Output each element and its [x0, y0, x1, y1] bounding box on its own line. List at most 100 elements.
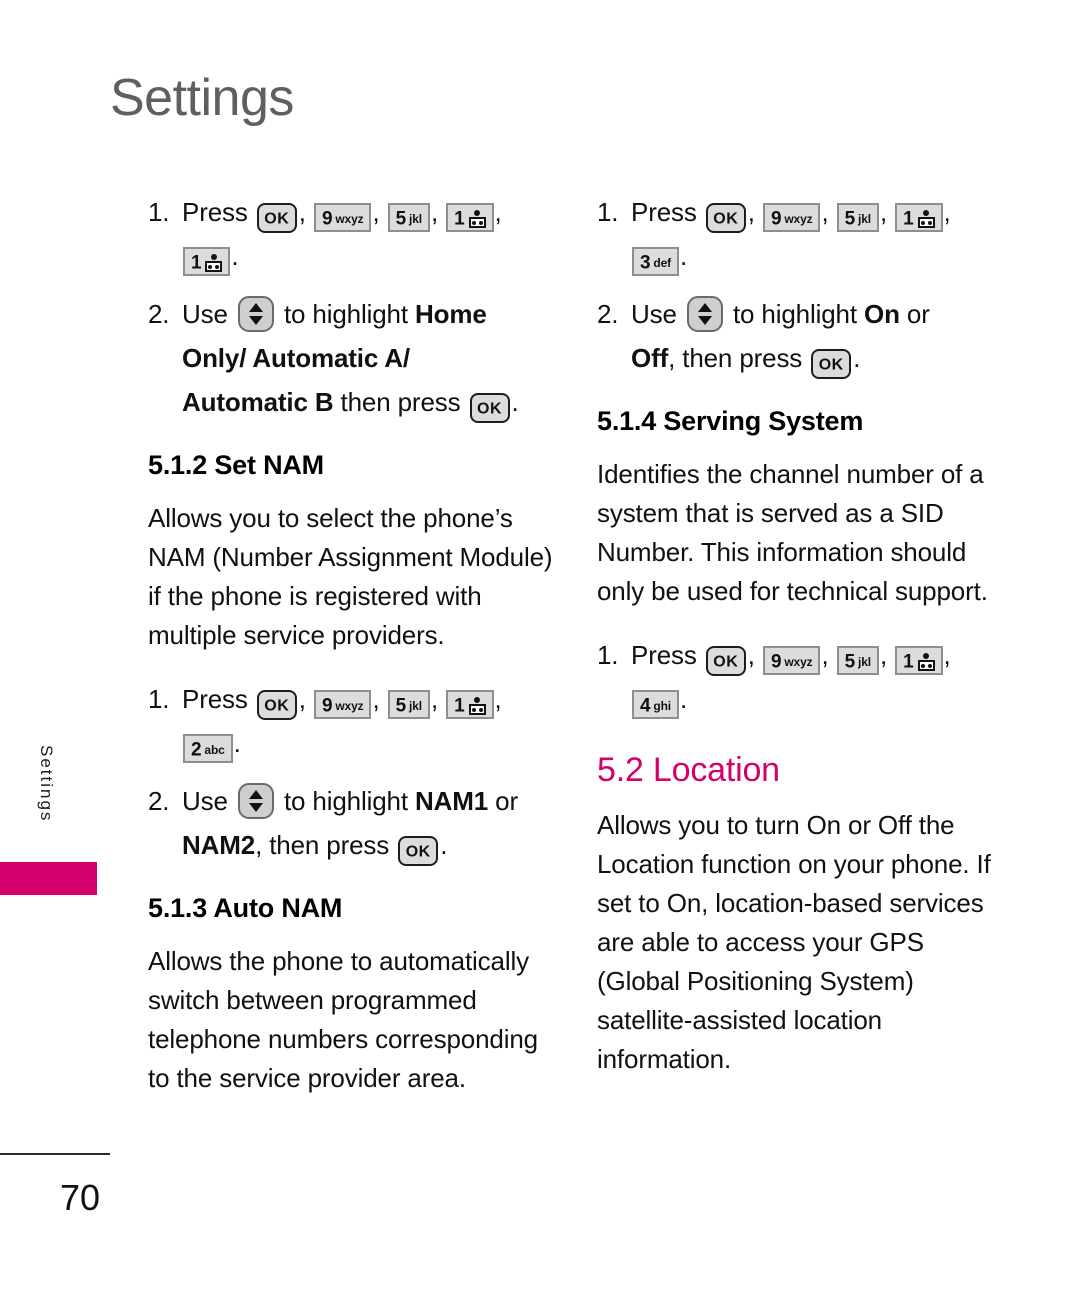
- ok-key: OK: [705, 203, 746, 233]
- body-5-1-2: Allows you to select the phone’s NAM (Nu…: [148, 503, 553, 651]
- key-1-voicemail: 1: [183, 247, 231, 276]
- key-1-voicemail: 1: [446, 203, 494, 232]
- step-verb: Use: [182, 786, 228, 817]
- step-number: 1.: [597, 197, 619, 227]
- step-verb: Use: [182, 299, 228, 329]
- option-nam1: NAM1: [415, 786, 489, 817]
- comma: ,: [943, 197, 951, 227]
- option-off: Off: [631, 343, 669, 373]
- step-tail-text: then press: [340, 387, 461, 417]
- voicemail-icon: [917, 652, 935, 672]
- voicemail-icon: [468, 209, 486, 229]
- step-number: 1.: [148, 197, 170, 227]
- step-highlight-on-off: 2. Use to highlight On or Off, then press…: [597, 292, 1007, 380]
- option-nam2: NAM2: [182, 830, 256, 861]
- step-press-95112: 1. Press OK, 9 wxyz, 5 jkl, 1, 2 abc.: [148, 677, 558, 765]
- voicemail-icon: [205, 253, 223, 273]
- period: .: [233, 728, 241, 759]
- key-5-jkl: 5 jkl: [387, 690, 430, 720]
- key-2-abc: 2 abc: [183, 734, 233, 764]
- footer-divider: [0, 1153, 110, 1155]
- comma: ,: [430, 197, 439, 227]
- ok-key: OK: [705, 646, 746, 677]
- key-5-jkl: 5 jkl: [387, 203, 430, 232]
- step-mid-text: to highlight: [283, 786, 408, 817]
- right-column: 1. Press OK, 9 wxyz, 5 jkl, 1, 3 def. 2. Use …: [597, 190, 1007, 1101]
- side-tab-accent-bar: [0, 862, 97, 895]
- step-number: 2.: [148, 786, 170, 817]
- comma: ,: [298, 197, 306, 227]
- period: .: [511, 387, 519, 417]
- step-press-95111: 1. Press OK, 9 wxyz, 5 jkl, 1, 1.: [148, 190, 558, 278]
- ok-key: OK: [256, 690, 297, 721]
- navigation-up-down-key: [686, 296, 723, 332]
- step-tail-text: , then press: [255, 830, 390, 861]
- comma: ,: [747, 197, 755, 227]
- heading-5-1-4-serving-system: 5.1.4 Serving System: [597, 406, 864, 436]
- comma: ,: [879, 197, 888, 227]
- key-1-voicemail: 1: [895, 646, 943, 676]
- step-verb: Press: [182, 197, 248, 227]
- key-4-ghi: 4 ghi: [632, 690, 679, 720]
- comma: ,: [430, 684, 439, 715]
- step-mid-text: to highlight: [283, 299, 408, 329]
- option-automatic-b: Automatic B: [182, 387, 334, 417]
- ok-key: OK: [811, 349, 852, 379]
- step-highlight-home-only: 2. Use to highlight Home Only/ Automatic …: [148, 292, 558, 424]
- period: .: [679, 241, 688, 271]
- comma: ,: [494, 197, 502, 227]
- key-5-jkl: 5 jkl: [836, 203, 879, 232]
- option-on: On: [864, 299, 900, 329]
- period: .: [853, 343, 861, 373]
- step-number: 1.: [148, 684, 170, 715]
- body-5-1-3: Allows the phone to automatically switch…: [148, 946, 538, 1094]
- comma: ,: [821, 640, 829, 671]
- key-9-wxyz: 9 wxyz: [313, 690, 372, 720]
- conjunction-or: or: [906, 299, 930, 329]
- key-9-wxyz: 9 wxyz: [313, 203, 372, 232]
- comma: ,: [747, 640, 755, 671]
- step-mid-text: to highlight: [732, 299, 857, 329]
- step-verb: Press: [631, 197, 697, 227]
- comma: ,: [372, 197, 380, 227]
- side-tab-label: Settings: [37, 745, 56, 823]
- step-verb: Press: [631, 640, 697, 671]
- step-number: 1.: [597, 640, 619, 671]
- ok-key: OK: [256, 203, 297, 233]
- step-press-95114: 1. Press OK, 9 wxyz, 5 jkl, 1, 4 ghi.: [597, 633, 1007, 721]
- step-highlight-nam1-nam2: 2. Use to highlight NAM1 or NAM2, then pr…: [148, 779, 558, 867]
- comma: ,: [879, 640, 888, 671]
- key-3-def: 3 def: [632, 247, 679, 276]
- ok-key: OK: [398, 836, 439, 867]
- comma: ,: [372, 684, 380, 715]
- heading-5-2-location: 5.2 Location: [597, 751, 780, 790]
- comma: ,: [943, 640, 951, 671]
- period: .: [679, 684, 688, 715]
- period: .: [231, 241, 239, 271]
- page-number: 70: [60, 1177, 101, 1218]
- step-tail-text: , then press: [668, 343, 803, 373]
- step-number: 2.: [148, 299, 170, 329]
- period: .: [440, 830, 448, 861]
- heading-5-1-2-set-nam: 5.1.2 Set NAM: [148, 450, 324, 480]
- left-column: 1. Press OK, 9 wxyz, 5 jkl, 1, 1. 2. Use to …: [148, 190, 558, 1120]
- key-9-wxyz: 9 wxyz: [762, 203, 821, 232]
- voicemail-icon: [468, 696, 486, 716]
- step-verb: Use: [631, 299, 677, 329]
- step-press-95113: 1. Press OK, 9 wxyz, 5 jkl, 1, 3 def.: [597, 190, 1007, 278]
- option-home-only: Home: [415, 299, 487, 329]
- body-5-2: Allows you to turn On or Off the Locatio…: [597, 810, 991, 1075]
- key-1-voicemail: 1: [895, 203, 943, 232]
- ok-key: OK: [469, 393, 510, 423]
- key-5-jkl: 5 jkl: [836, 646, 879, 676]
- navigation-up-down-key: [237, 783, 274, 820]
- step-verb: Press: [182, 684, 248, 715]
- comma: ,: [494, 684, 502, 715]
- comma: ,: [821, 197, 829, 227]
- key-9-wxyz: 9 wxyz: [762, 646, 821, 676]
- navigation-up-down-key: [237, 296, 274, 332]
- side-tab: Settings: [0, 715, 100, 905]
- step-number: 2.: [597, 299, 619, 329]
- page-title: Settings: [110, 69, 294, 127]
- option-automatic-a: Only/ Automatic A/: [182, 343, 410, 373]
